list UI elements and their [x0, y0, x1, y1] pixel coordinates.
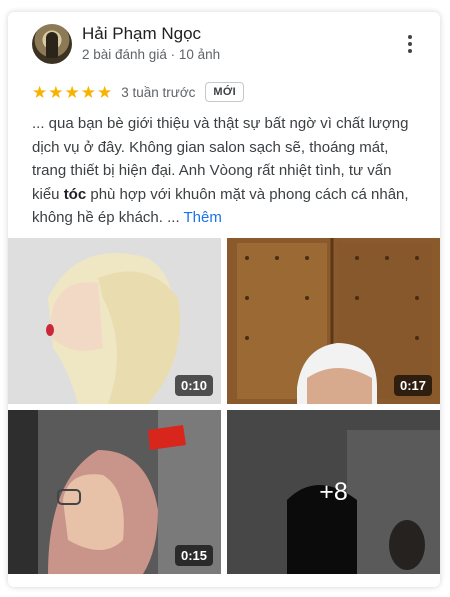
star-icon: ★	[48, 82, 64, 102]
more-vert-icon[interactable]	[402, 34, 418, 54]
rating-row: ★ ★ ★ ★ ★ 3 tuần trước MỚI	[32, 80, 244, 104]
avatar[interactable]	[32, 24, 72, 64]
review-header: Hải Phạm Ngọc 2 bài đánh giá · 10 ảnh	[8, 12, 440, 74]
media-more-photos[interactable]: +8	[227, 410, 440, 574]
star-icon: ★	[64, 82, 80, 102]
star-rating: ★ ★ ★ ★ ★	[32, 84, 112, 101]
review-card: Hải Phạm Ngọc 2 bài đánh giá · 10 ảnh ★ …	[8, 12, 440, 587]
video-duration: 0:15	[174, 545, 213, 566]
reviewer-meta: 2 bài đánh giá · 10 ảnh	[82, 47, 221, 62]
media-grid: 0:10 0:17 0:15 +8	[8, 238, 440, 578]
media-video-2[interactable]: 0:17	[227, 238, 440, 404]
media-video-3[interactable]: 0:15	[8, 410, 221, 574]
star-icon: ★	[97, 82, 113, 102]
video-duration: 0:17	[393, 375, 432, 396]
star-icon: ★	[32, 82, 48, 102]
review-text: ... qua bạn bè giới thiệu và thật sự bất…	[32, 112, 420, 230]
new-badge: MỚI	[205, 82, 244, 102]
media-video-1[interactable]: 0:10	[8, 238, 221, 404]
read-more-link[interactable]: Thêm	[184, 209, 222, 226]
review-time: 3 tuần trước	[121, 84, 196, 100]
star-icon: ★	[80, 82, 96, 102]
review-highlight: tóc	[63, 185, 87, 203]
more-photos-overlay[interactable]: +8	[227, 410, 440, 574]
video-duration: 0:10	[174, 375, 213, 396]
reviewer-name[interactable]: Hải Phạm Ngọc	[82, 24, 201, 44]
